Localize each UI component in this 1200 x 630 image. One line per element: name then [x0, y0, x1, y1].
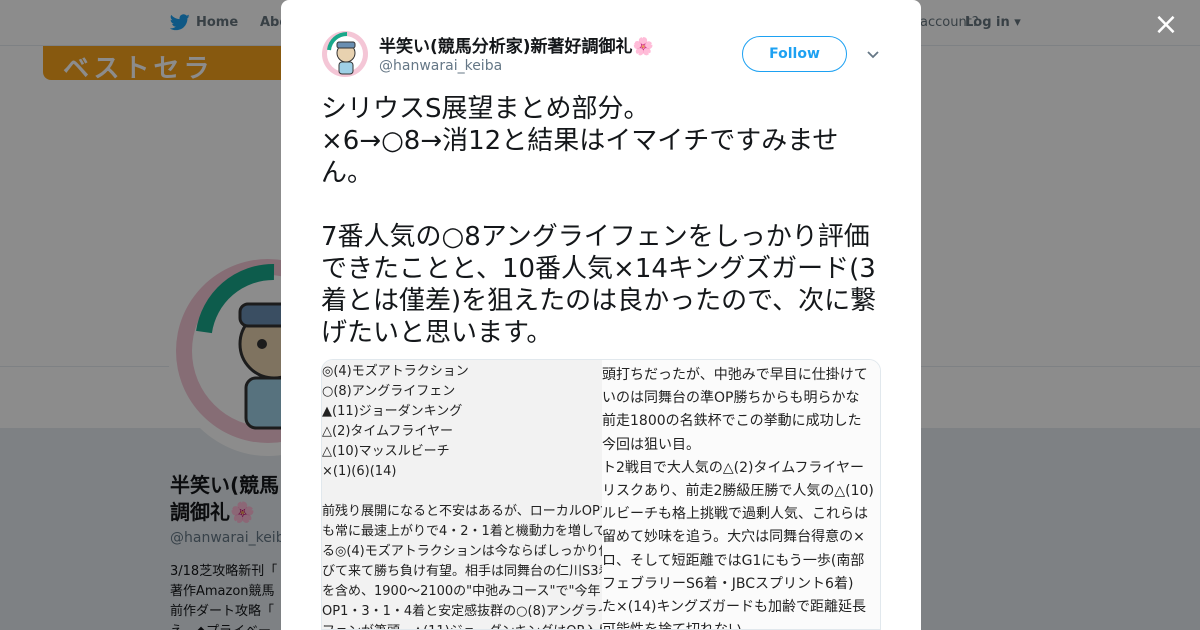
media-text-line: ▲(11)ジョーダンキング — [322, 404, 463, 419]
winner-mascot-icon — [322, 31, 368, 77]
author-name[interactable]: 半笑い(競馬分析家)新著好調御礼🌸 — [379, 32, 654, 57]
media-text-line: びて来て勝ち負け有望。相手は同舞台の仁川S3着 — [322, 564, 612, 579]
media-text-line: △(2)タイムフライヤー — [322, 424, 453, 439]
media-text-line: ○(8)アングライフェン — [322, 384, 456, 399]
media-text-line: 頭打ちだったが、中弛みで早目に仕掛けて — [602, 367, 868, 383]
media-text-line: ◎(4)モズアトラクション — [322, 364, 469, 379]
media-text-line: フェブラリーS6着・JBCスプリント6着) — [602, 575, 854, 592]
author-avatar[interactable] — [321, 30, 369, 78]
media-text-line: た×(14)キングズガードも加齢で距離延長 — [602, 599, 867, 615]
media-text-line: 今回は狙い目。 — [602, 436, 700, 453]
close-icon[interactable]: × — [1152, 10, 1180, 40]
tweet-text: シリウスS展望まとめ部分。 ×6→○8→消12と結果はイマイチですみません。 7… — [321, 94, 877, 348]
media-text-line: ロ、そして短距離ではG1にもう一歩(南部 — [602, 552, 865, 569]
media-text-line: ルビーチも格上挑戦で過剰人気、これらは — [602, 506, 868, 523]
media-text-line: 前残り展開になると不安はあるが、ローカルOPで — [322, 504, 613, 519]
media-image-left[interactable]: ◎(4)モズアトラクション ○(8)アングライフェン ▲(11)ジョーダンキング △(… — [322, 360, 623, 629]
media-image-right[interactable]: 頭打ちだったが、中弛みで早目に仕掛けて いのは同舞台の準OP勝ちからも明らかな 前走… — [602, 360, 880, 629]
author-handle[interactable]: @hanwarai_keiba — [379, 58, 502, 74]
media-text-line: 可能性を捨て切れない。 — [602, 620, 756, 629]
media-text-line: フェンが筆頭。▲(11)ジョーダンキングはOP入りし — [322, 622, 623, 629]
tweet-modal: 半笑い(競馬分析家)新著好調御礼🌸 @hanwarai_keiba Follow… — [281, 0, 921, 630]
media-text-line: OP1・3・1・4着と安定感抜群の○(8)アングライ — [322, 604, 611, 619]
media-text-line: 留めて妙味を追う。大穴は同舞台得意の× — [602, 529, 865, 546]
chevron-down-icon[interactable] — [863, 44, 883, 64]
media-text-line: ×(1)(6)(14) — [322, 464, 397, 479]
media-text-line: リスクあり、前走2勝級圧勝で人気の△(10) — [602, 483, 874, 499]
media-text-line: ト2戦目で大人気の△(2)タイムフライヤー — [602, 459, 864, 476]
follow-button[interactable]: Follow — [742, 36, 847, 72]
media-text-line: も常に最速上がりで4・2・1着と機動力を増して — [322, 524, 607, 539]
tweet-media[interactable]: ◎(4)モズアトラクション ○(8)アングライフェン ▲(11)ジョーダンキング △(… — [321, 359, 881, 630]
media-text-line: △(10)マッスルビーチ — [322, 444, 450, 459]
media-text-line: いのは同舞台の準OP勝ちからも明らかな — [602, 390, 860, 407]
media-text-line: る◎(4)モズアトラクションは今ならばしっかり伸 — [322, 544, 612, 559]
media-text-line: を含め、1900～2100の"中弛みコース"で"今年 — [322, 584, 601, 599]
media-text-line: 前走1800の名鉄杯でこの挙動に成功した — [602, 413, 862, 430]
